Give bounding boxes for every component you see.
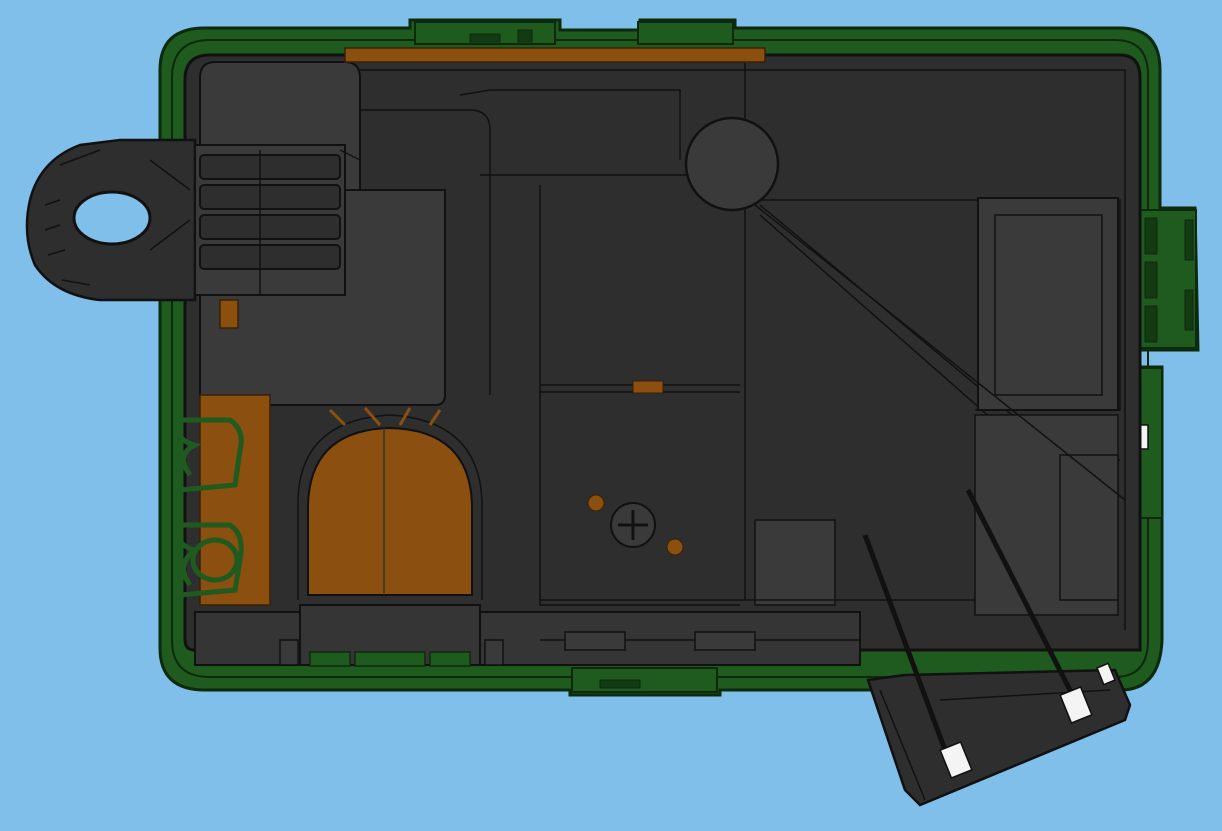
module-drawing bbox=[0, 0, 1222, 831]
side-plug bbox=[1137, 209, 1197, 349]
edge-connector bbox=[279, 604, 504, 667]
mounting-hole bbox=[72, 190, 152, 246]
cad-viewport bbox=[0, 0, 1222, 831]
mounting-tab bbox=[25, 138, 197, 302]
